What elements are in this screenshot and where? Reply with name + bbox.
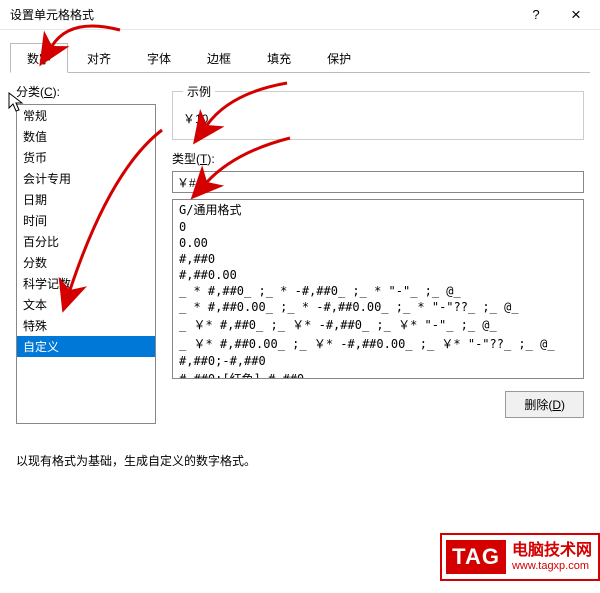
tab-border[interactable]: 边框 [190, 43, 248, 73]
list-item[interactable]: 分数 [17, 252, 155, 273]
category-listbox[interactable]: 常规数值货币会计专用日期时间百分比分数科学记数文本特殊自定义 [16, 104, 156, 424]
badge-title: 电脑技术网 [512, 542, 592, 560]
content-area: 分类(C): 常规数值货币会计专用日期时间百分比分数科学记数文本特殊自定义 示例… [0, 73, 600, 469]
window-title: 设置单元格格式 [10, 6, 516, 23]
sample-group: 示例 ￥10 [172, 83, 584, 140]
list-item[interactable]: 文本 [17, 294, 155, 315]
list-item[interactable]: _ * #,##0_ ;_ * -#,##0_ ;_ * "-"_ ;_ @_ [173, 283, 583, 299]
list-item[interactable]: #,##0.00 [173, 267, 583, 283]
details-column: 示例 ￥10 类型(T): G/通用格式00.00#,##0#,##0.00_ … [172, 83, 584, 424]
list-item[interactable]: 0 [173, 219, 583, 235]
list-item[interactable]: 自定义 [17, 336, 155, 357]
list-item[interactable]: 日期 [17, 189, 155, 210]
category-column: 分类(C): 常规数值货币会计专用日期时间百分比分数科学记数文本特殊自定义 [16, 83, 156, 424]
help-button[interactable]: ? [516, 1, 556, 29]
tab-protection[interactable]: 保护 [310, 43, 368, 73]
list-item[interactable]: 百分比 [17, 231, 155, 252]
tab-number[interactable]: 数字 [10, 43, 68, 73]
tab-font[interactable]: 字体 [130, 43, 188, 73]
site-badge: TAG 电脑技术网 www.tagxp.com [440, 533, 600, 581]
list-item[interactable]: 0.00 [173, 235, 583, 251]
type-input[interactable] [172, 171, 584, 193]
sample-legend: 示例 [183, 83, 215, 100]
sample-value: ￥10 [183, 108, 573, 129]
list-item[interactable]: #,##0;[红色]-#,##0 [173, 369, 583, 379]
list-item[interactable]: 货币 [17, 147, 155, 168]
tab-strip: 数字 对齐 字体 边框 填充 保护 [10, 42, 590, 73]
list-item[interactable]: #,##0 [173, 251, 583, 267]
close-button[interactable]: × [556, 1, 596, 29]
list-item[interactable]: _ ￥* #,##0.00_ ;_ ￥* -#,##0.00_ ;_ ￥* "-… [173, 334, 583, 353]
type-label: 类型(T): [172, 150, 584, 167]
badge-url: www.tagxp.com [512, 560, 592, 573]
titlebar: 设置单元格格式 ? × [0, 0, 600, 30]
tab-fill[interactable]: 填充 [250, 43, 308, 73]
delete-button[interactable]: 删除(D) [505, 391, 584, 418]
list-item[interactable]: 科学记数 [17, 273, 155, 294]
list-item[interactable]: G/通用格式 [173, 200, 583, 219]
list-item[interactable]: _ * #,##0.00_ ;_ * -#,##0.00_ ;_ * "-"??… [173, 299, 583, 315]
category-label: 分类(C): [16, 83, 156, 100]
list-item[interactable]: _ ￥* #,##0_ ;_ ￥* -#,##0_ ;_ ￥* "-"_ ;_ … [173, 315, 583, 334]
badge-logo: TAG [446, 540, 506, 574]
format-listbox[interactable]: G/通用格式00.00#,##0#,##0.00_ * #,##0_ ;_ * … [172, 199, 584, 379]
list-item[interactable]: 时间 [17, 210, 155, 231]
tab-alignment[interactable]: 对齐 [70, 43, 128, 73]
list-item[interactable]: 特殊 [17, 315, 155, 336]
list-item[interactable]: 数值 [17, 126, 155, 147]
hint-text: 以现有格式为基础，生成自定义的数字格式。 [16, 452, 584, 469]
list-item[interactable]: 会计专用 [17, 168, 155, 189]
list-item[interactable]: 常规 [17, 105, 155, 126]
list-item[interactable]: #,##0;-#,##0 [173, 353, 583, 369]
